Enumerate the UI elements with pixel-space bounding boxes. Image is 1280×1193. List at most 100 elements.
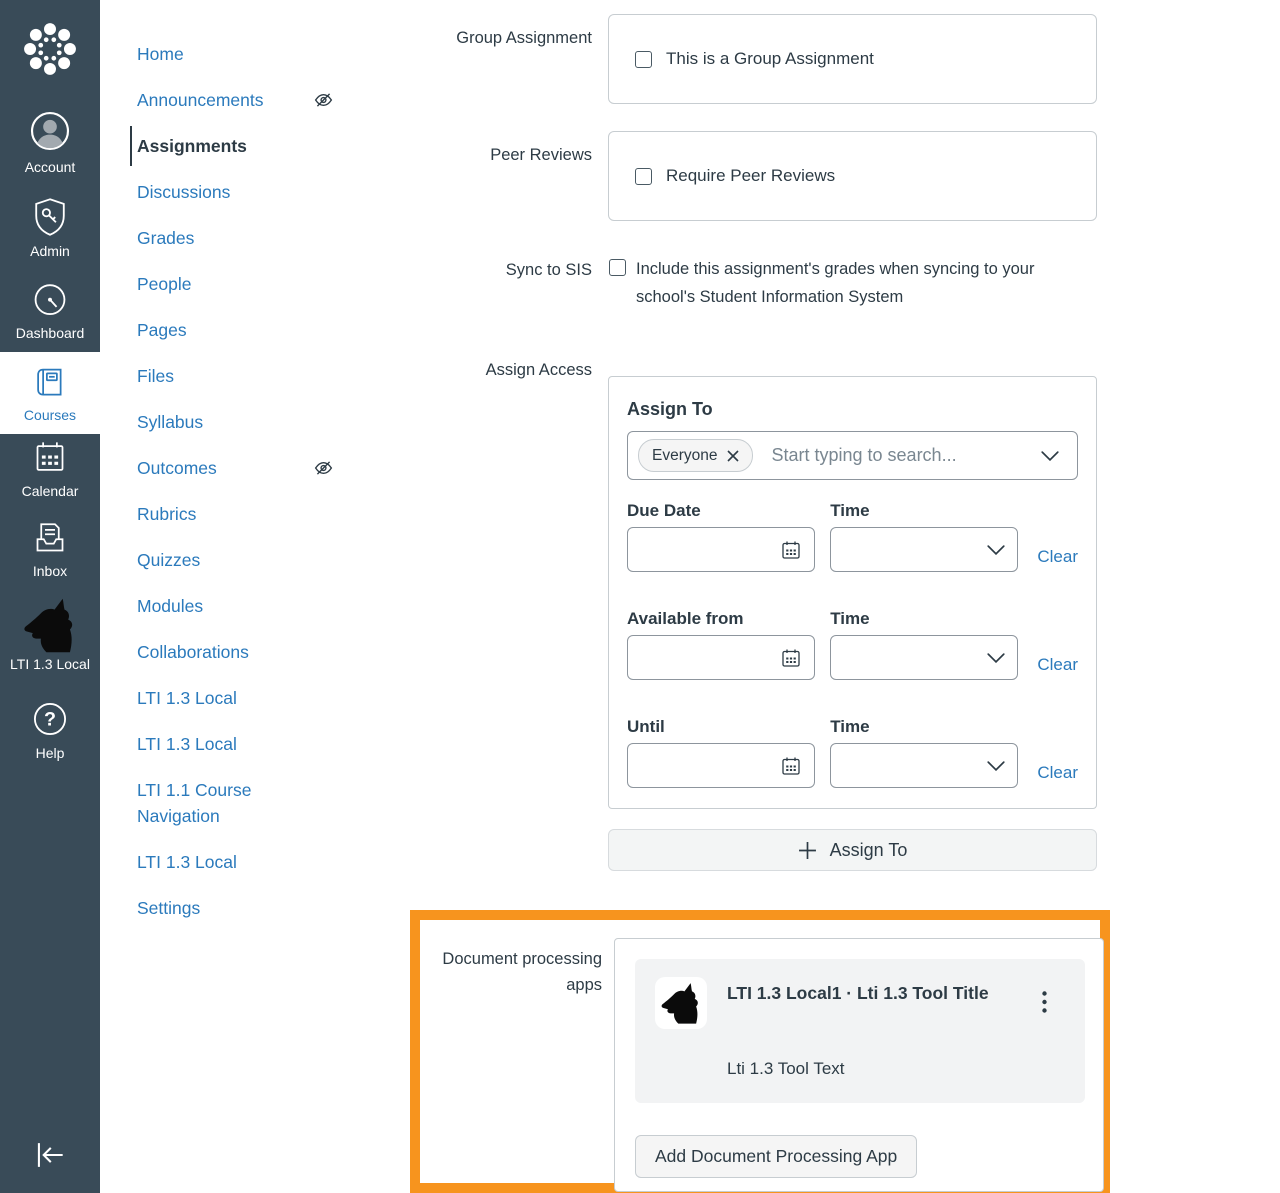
- sidebar-item-label: Calendar: [21, 483, 79, 499]
- collapse-arrow-icon: [37, 1143, 63, 1167]
- kebab-menu-button[interactable]: [1042, 991, 1047, 1013]
- sidebar-item-courses[interactable]: Courses: [0, 352, 100, 434]
- chevron-down-icon: [987, 652, 1005, 663]
- hidden-eye-icon: [313, 458, 334, 479]
- calendar-icon: [36, 442, 64, 471]
- nav-item-pages[interactable]: Pages: [100, 307, 400, 353]
- sidebar-item-label: Dashboard: [15, 325, 85, 341]
- add-assign-to-label: Assign To: [829, 839, 908, 860]
- assignee-search-input[interactable]: [769, 444, 1025, 467]
- calendar-icon: [782, 541, 800, 559]
- time-select[interactable]: [830, 635, 1019, 680]
- nav-item-lti-13-local-1[interactable]: LTI 1.3 Local: [100, 675, 400, 721]
- sidebar-item-label: Inbox: [32, 563, 68, 579]
- sidebar-item-label: Courses: [23, 406, 77, 423]
- chevron-down-icon: [987, 544, 1005, 555]
- sidebar-item-lti-13-local[interactable]: LTI 1.3 Local: [0, 596, 100, 672]
- add-document-processing-app-button[interactable]: Add Document Processing App: [635, 1135, 918, 1178]
- nav-item-lti-11-course-navigation[interactable]: LTI 1.1 Course Navigation: [100, 767, 400, 839]
- chevron-down-icon: [987, 760, 1005, 771]
- nav-item-assignments[interactable]: Assignments: [100, 123, 400, 169]
- nav-item-files[interactable]: Files: [100, 353, 400, 399]
- sidebar-collapse-button[interactable]: [0, 1136, 100, 1174]
- until-row: Until Time Clear: [627, 717, 1078, 788]
- clear-link[interactable]: Clear: [1037, 547, 1078, 567]
- unicorn-icon: [24, 598, 73, 653]
- sidebar-item-label: Help: [35, 745, 65, 761]
- help-question-icon: ?: [33, 702, 67, 736]
- nav-item-home[interactable]: Home: [100, 31, 400, 77]
- nav-item-discussions[interactable]: Discussions: [100, 169, 400, 215]
- add-assign-to-button[interactable]: Assign To: [608, 829, 1097, 871]
- peer-reviews-checkbox[interactable]: [635, 167, 652, 185]
- sync-to-sis-checkbox-label: Include this assignment's grades when sy…: [636, 260, 1035, 306]
- app-icon-tile: [655, 977, 707, 1029]
- due-date-row: Due Date Time Clear: [627, 501, 1078, 572]
- available-from-input[interactable]: [627, 635, 816, 680]
- peer-reviews-label: Peer Reviews: [490, 146, 592, 164]
- nav-item-collaborations[interactable]: Collaborations: [100, 629, 400, 675]
- nav-item-modules[interactable]: Modules: [100, 583, 400, 629]
- sidebar-item-account[interactable]: Account: [0, 108, 100, 175]
- dashboard-gauge-icon: [34, 284, 66, 316]
- until-input[interactable]: [627, 743, 816, 788]
- assignee-tag[interactable]: Everyone: [638, 439, 754, 472]
- canvas-logo-icon: [24, 23, 76, 75]
- due-date-input[interactable]: [627, 527, 816, 572]
- courses-book-icon: [37, 368, 62, 395]
- sidebar-item-calendar[interactable]: Calendar: [0, 438, 100, 499]
- time-select[interactable]: [830, 527, 1019, 572]
- peer-reviews-checkbox-label: Require Peer Reviews: [666, 166, 836, 185]
- unicorn-icon: [661, 983, 698, 1024]
- due-date-label: Due Date: [627, 501, 701, 520]
- group-assignment-checkbox[interactable]: [635, 50, 652, 68]
- sidebar-item-dashboard[interactable]: Dashboard: [0, 278, 100, 341]
- group-assignment-label: Group Assignment: [456, 29, 592, 47]
- nav-item-settings[interactable]: Settings: [100, 885, 400, 931]
- sync-to-sis-checkbox[interactable]: [609, 259, 626, 276]
- nav-item-quizzes[interactable]: Quizzes: [100, 537, 400, 583]
- time-label: Time: [830, 609, 870, 628]
- document-processing-panel: LTI 1.3 Local1 · Lti 1.3 Tool Title Lti …: [614, 938, 1104, 1192]
- nav-item-lti-13-local-2[interactable]: LTI 1.3 Local: [100, 721, 400, 767]
- plus-icon: [798, 841, 816, 859]
- chevron-down-icon: [1041, 450, 1059, 461]
- canvas-logo[interactable]: [0, 20, 100, 78]
- until-label: Until: [627, 717, 665, 736]
- svg-text:?: ?: [44, 709, 56, 731]
- nav-item-lti-13-local-3[interactable]: LTI 1.3 Local: [100, 839, 400, 885]
- available-from-label: Available from: [627, 609, 744, 628]
- available-from-row: Available from Time Clear: [627, 609, 1078, 680]
- clear-link[interactable]: Clear: [1037, 763, 1078, 783]
- admin-shield-icon: [35, 198, 65, 236]
- sidebar-item-admin[interactable]: Admin: [0, 196, 100, 259]
- group-assignment-box: This is a Group Assignment: [608, 14, 1097, 104]
- group-assignment-checkbox-label: This is a Group Assignment: [666, 49, 874, 68]
- clear-link[interactable]: Clear: [1037, 655, 1078, 675]
- assignee-tag-label: Everyone: [652, 446, 718, 464]
- nav-item-announcements[interactable]: Announcements: [100, 77, 400, 123]
- time-label: Time: [830, 717, 870, 736]
- sidebar-item-inbox[interactable]: Inbox: [0, 518, 100, 579]
- calendar-icon: [782, 757, 800, 775]
- remove-tag-icon[interactable]: [727, 449, 740, 462]
- course-navigation: Home Announcements Assignments Discussio…: [100, 31, 400, 931]
- time-select[interactable]: [830, 743, 1019, 788]
- assignee-search-field[interactable]: Everyone: [627, 431, 1078, 480]
- nav-item-rubrics[interactable]: Rubrics: [100, 491, 400, 537]
- document-processing-label: Document processing apps: [442, 950, 602, 994]
- assign-to-heading: Assign To: [627, 399, 713, 419]
- canvas-assignment-edit-page: Account Admin Dashboard Courses Calendar…: [0, 0, 1280, 1193]
- nav-item-syllabus[interactable]: Syllabus: [100, 399, 400, 445]
- global-sidebar: Account Admin Dashboard Courses Calendar…: [0, 0, 100, 1193]
- inbox-icon: [36, 523, 64, 552]
- app-card-subtitle: Lti 1.3 Tool Text: [727, 1059, 845, 1078]
- app-card-title: LTI 1.3 Local1 · Lti 1.3 Tool Title: [727, 983, 989, 1003]
- document-processing-highlight: Document processing apps LTI 1.3 Local1 …: [410, 910, 1110, 1193]
- sync-to-sis-label: Sync to SIS: [505, 261, 592, 279]
- nav-item-people[interactable]: People: [100, 261, 400, 307]
- sidebar-item-help[interactable]: ? Help: [0, 698, 100, 761]
- nav-item-grades[interactable]: Grades: [100, 215, 400, 261]
- nav-item-outcomes[interactable]: Outcomes: [100, 445, 400, 491]
- sidebar-item-label: Admin: [30, 243, 70, 259]
